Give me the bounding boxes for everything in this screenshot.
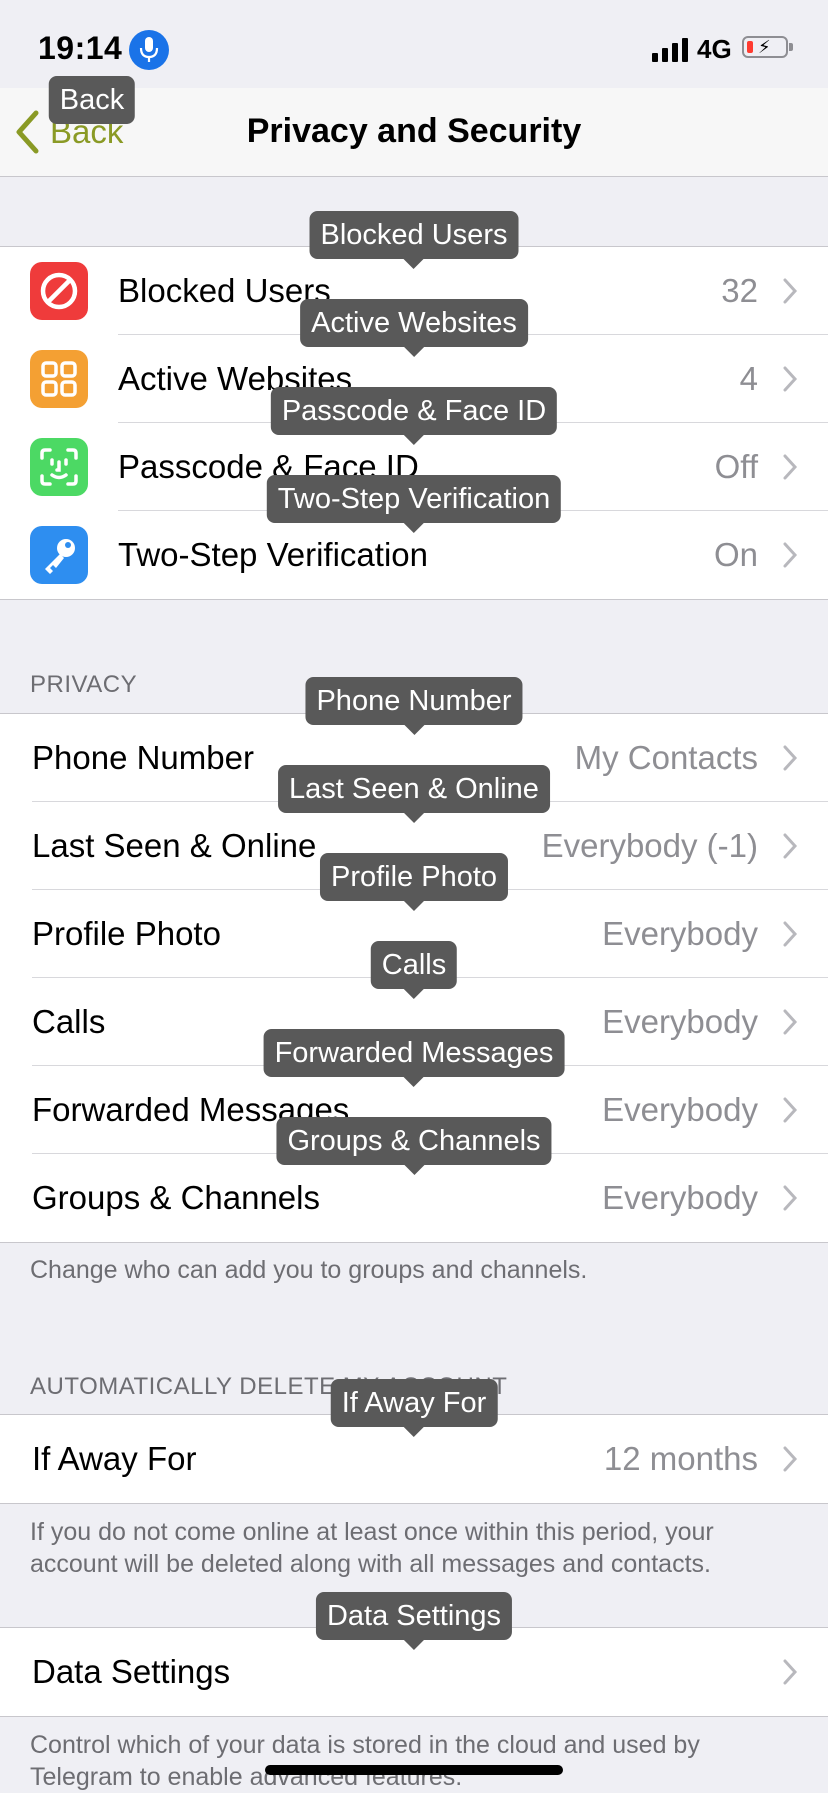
- tooltip-passcode: Passcode & Face ID: [270, 387, 558, 445]
- row-value: Everybody: [602, 1003, 758, 1040]
- tooltip-profile-photo: Profile Photo: [319, 853, 509, 911]
- row-label: Calls: [32, 1003, 106, 1040]
- row-value: My Contacts: [574, 739, 758, 776]
- row-label: Two-Step Verification: [118, 536, 428, 573]
- tooltip-data-settings: Data Settings: [315, 1592, 513, 1650]
- signal-icon: [652, 38, 688, 62]
- row-label: Phone Number: [32, 739, 254, 776]
- grid-icon: [30, 350, 88, 408]
- tooltip-blocked-users: Blocked Users: [309, 211, 519, 269]
- face-id-icon: [30, 438, 88, 496]
- row-label: Profile Photo: [32, 915, 221, 952]
- tooltip-forwarded: Forwarded Messages: [263, 1029, 565, 1087]
- row-value: Everybody: [602, 1091, 758, 1128]
- battery-tip: [789, 43, 793, 51]
- row-value: 32: [721, 272, 758, 309]
- row-value: On: [713, 536, 758, 573]
- row-value: Everybody: [602, 915, 758, 952]
- chevron-right-icon: [783, 1446, 798, 1472]
- chevron-right-icon: [783, 745, 798, 771]
- tooltip-calls: Calls: [370, 941, 458, 999]
- tooltip-phone-number: Phone Number: [305, 677, 523, 735]
- chevron-right-icon: [783, 1009, 798, 1035]
- battery-icon: ⚡: [742, 36, 788, 58]
- tooltip-active-websites: Active Websites: [300, 299, 528, 357]
- tooltip-back: Back: [48, 76, 136, 124]
- chevron-right-icon: [783, 833, 798, 859]
- network-type: 4G: [697, 34, 732, 64]
- key-icon: [30, 526, 88, 584]
- row-label: Last Seen & Online: [32, 827, 317, 864]
- home-indicator[interactable]: [265, 1765, 563, 1775]
- row-value: Off: [714, 448, 758, 485]
- chevron-right-icon: [783, 366, 798, 392]
- chevron-right-icon: [783, 454, 798, 480]
- data-footer: Control which of your data is stored in …: [30, 1731, 700, 1791]
- microphone-icon: [129, 30, 169, 70]
- status-time: 19:14: [38, 30, 123, 66]
- row-value: 12 months: [603, 1440, 758, 1477]
- chevron-right-icon: [783, 921, 798, 947]
- privacy-header: PRIVACY: [30, 671, 138, 698]
- tooltip-last-seen: Last Seen & Online: [278, 765, 550, 823]
- row-value: Everybody (-1): [541, 827, 758, 864]
- tooltip-away-for: If Away For: [330, 1379, 498, 1437]
- auto-delete-footer: If you do not come online at least once …: [30, 1518, 714, 1578]
- row-value: Everybody: [602, 1179, 758, 1216]
- row-label: Groups & Channels: [32, 1179, 320, 1216]
- row-label: Data Settings: [32, 1653, 231, 1690]
- block-icon: [30, 262, 88, 320]
- chevron-right-icon: [783, 1097, 798, 1123]
- row-label: Blocked Users: [118, 272, 331, 309]
- row-label: If Away For: [32, 1440, 197, 1477]
- chevron-right-icon: [783, 1659, 798, 1685]
- chevron-right-icon: [783, 278, 798, 304]
- tooltip-two-step: Two-Step Verification: [266, 475, 562, 533]
- chevron-right-icon: [783, 542, 798, 568]
- tooltip-groups: Groups & Channels: [276, 1117, 552, 1175]
- chevron-right-icon: [783, 1185, 798, 1211]
- privacy-footer: Change who can add you to groups and cha…: [30, 1256, 588, 1284]
- row-value: 4: [739, 360, 758, 397]
